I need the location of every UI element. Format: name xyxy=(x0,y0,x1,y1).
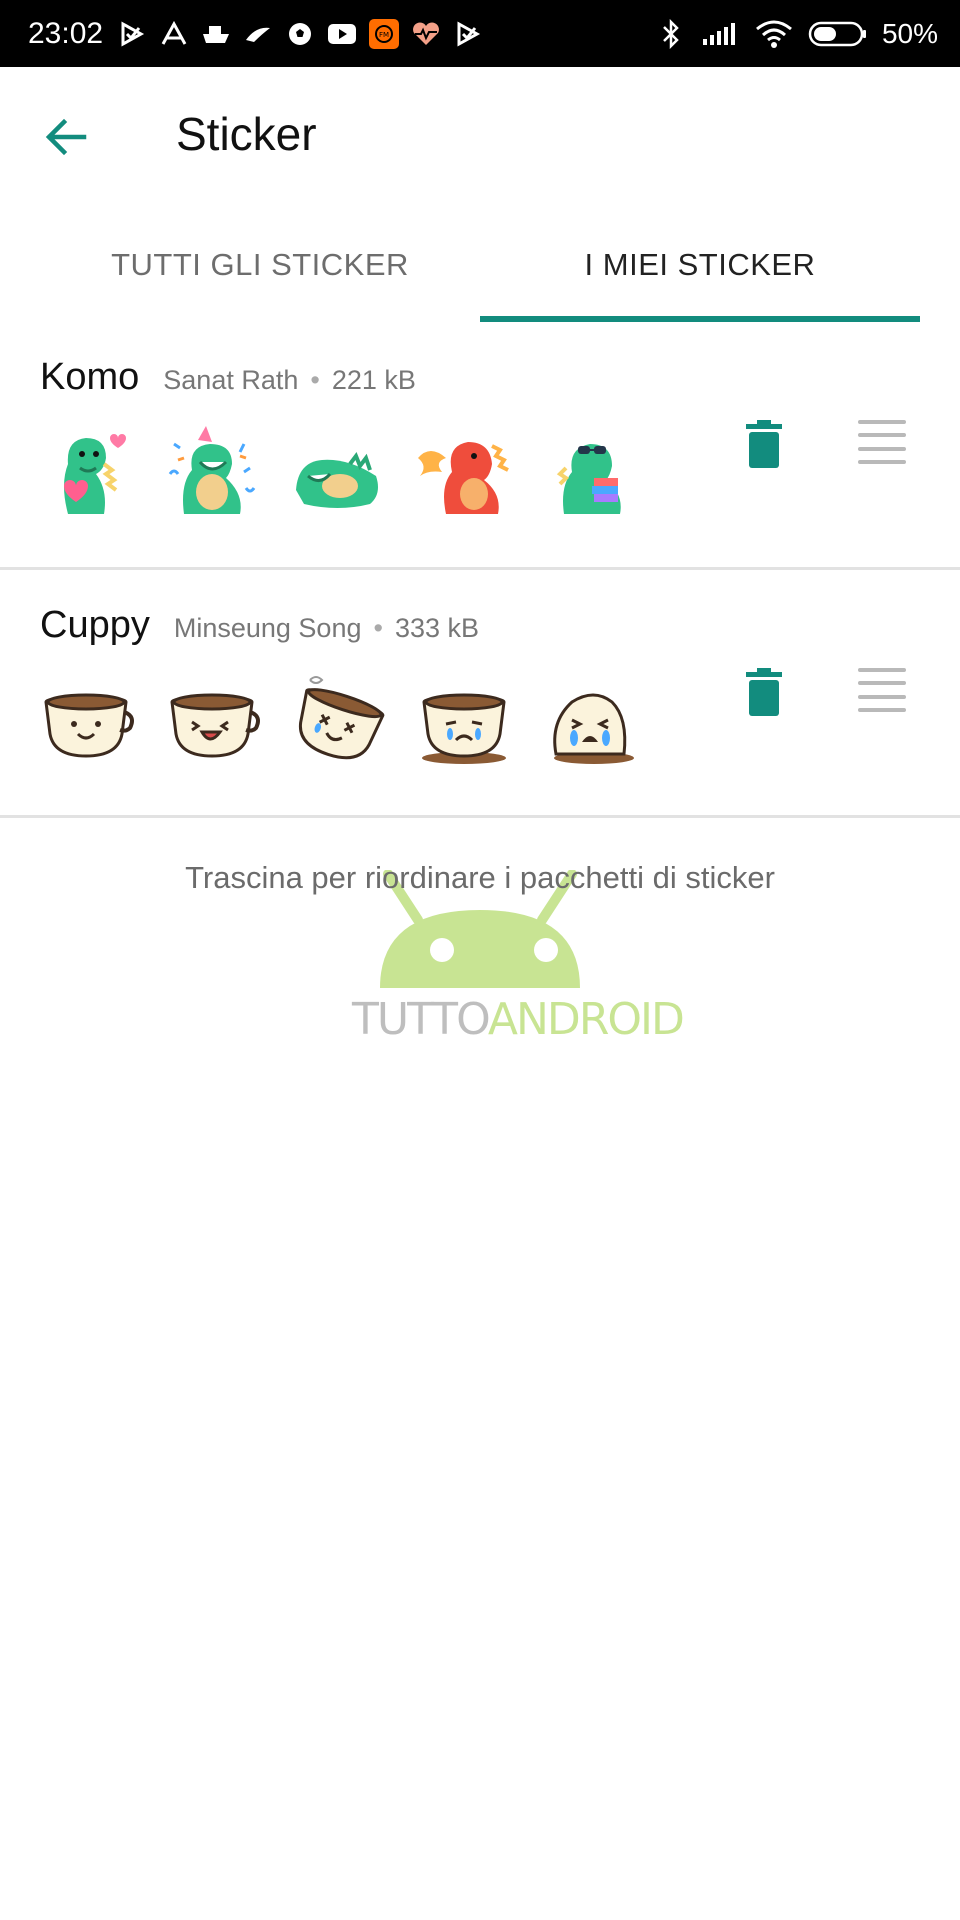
system-icons: 50% xyxy=(656,18,938,50)
trash-icon xyxy=(746,668,782,716)
trash-icon xyxy=(746,420,782,468)
pack-header: Cuppy Minseung Song • 333 kB xyxy=(40,604,479,647)
battery-icon xyxy=(808,19,868,49)
tab-all-stickers[interactable]: TUTTI GLI STICKER xyxy=(40,207,480,322)
drag-handle[interactable] xyxy=(858,420,906,464)
pack-size: 221 kB xyxy=(331,365,416,395)
sticker-pack-row[interactable]: Komo Sanat Rath • 221 kB xyxy=(0,322,960,570)
cup-laugh-sticker xyxy=(162,670,262,770)
dino-heart-sticker xyxy=(36,422,136,522)
notification-icons: FM xyxy=(117,18,483,49)
drag-handle[interactable] xyxy=(858,668,906,712)
alert-a-icon xyxy=(159,19,189,49)
ship-icon xyxy=(201,19,231,49)
play-store-check-icon xyxy=(117,19,147,49)
sticker-preview-list xyxy=(36,422,640,522)
delete-button[interactable] xyxy=(738,662,790,722)
svg-text:FM: FM xyxy=(379,31,389,39)
dino-lying-sticker xyxy=(288,422,388,522)
fm-radio-icon: FM xyxy=(369,18,400,49)
bird-icon xyxy=(243,19,273,49)
dino-fire-sticker xyxy=(414,422,514,522)
heart-pulse-icon xyxy=(411,19,441,49)
sticker-preview-list xyxy=(36,670,640,770)
dino-books-sticker xyxy=(540,422,640,522)
watermark-text-android: ANDROID xyxy=(487,994,685,1045)
cup-smile-sticker xyxy=(36,670,136,770)
wifi-icon xyxy=(754,19,794,49)
signal-icon xyxy=(700,19,740,49)
bluetooth-icon xyxy=(656,18,686,49)
pack-name: Komo xyxy=(40,356,140,398)
pack-name: Cuppy xyxy=(40,604,150,646)
page-title: Sticker xyxy=(176,108,317,160)
cup-sad-sticker xyxy=(414,670,514,770)
tab-my-stickers[interactable]: I MIEI STICKER xyxy=(480,207,920,322)
soccer-ball-icon xyxy=(285,19,315,49)
separator-dot: • xyxy=(310,365,320,395)
back-button[interactable] xyxy=(38,109,94,165)
pack-header: Komo Sanat Rath • 221 kB xyxy=(40,356,416,399)
reorder-hint: Trascina per riordinare i pacchetti di s… xyxy=(185,860,775,895)
play-store-check-icon xyxy=(453,19,483,49)
youtube-icon xyxy=(327,19,357,49)
pack-size: 333 kB xyxy=(394,613,479,643)
battery-percentage: 50% xyxy=(881,17,938,49)
pack-author: Sanat Rath xyxy=(163,365,299,395)
dino-party-sticker xyxy=(162,422,262,522)
watermark-text: TUTTOANDROID xyxy=(352,994,685,1045)
separator-dot: • xyxy=(373,613,383,643)
cup-cry-sticker xyxy=(540,670,640,770)
sticker-pack-row[interactable]: Cuppy Minseung Song • 333 kB xyxy=(0,570,960,818)
tab-bar: TUTTI GLI STICKER I MIEI STICKER xyxy=(0,207,960,322)
delete-button[interactable] xyxy=(738,414,790,474)
pack-author: Minseung Song xyxy=(173,613,362,643)
status-time: 23:02 xyxy=(28,16,104,50)
status-bar: 23:02 FM 50% xyxy=(0,0,960,67)
watermark-logo: TUTTOANDROID xyxy=(340,869,685,1050)
cup-dizzy-sticker xyxy=(288,670,388,770)
app-bar: Sticker xyxy=(0,67,960,207)
arrow-left-icon xyxy=(45,118,87,156)
watermark-text-tutto: TUTTO xyxy=(352,994,490,1045)
